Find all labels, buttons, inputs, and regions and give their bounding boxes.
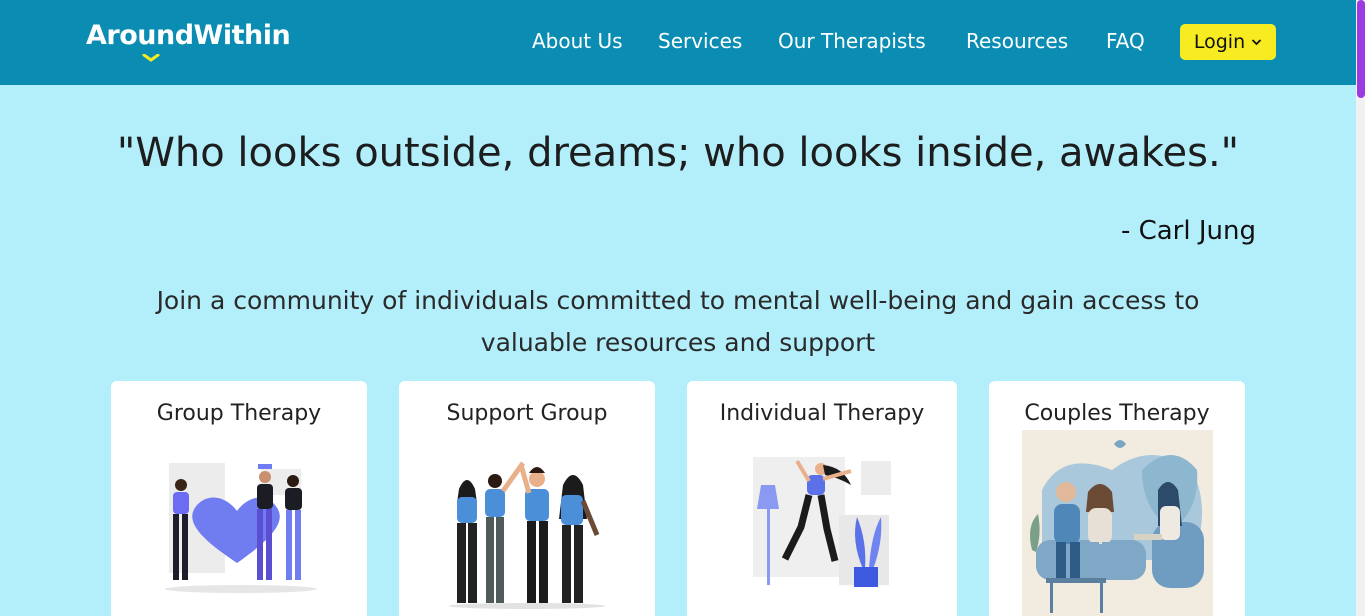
card-title: Support Group bbox=[446, 401, 608, 426]
couples-therapy-illustration bbox=[1022, 430, 1213, 616]
card-title: Couples Therapy bbox=[1024, 401, 1210, 426]
support-group-illustration bbox=[449, 461, 605, 609]
hero-quote: "Who looks outside, dreams; who looks in… bbox=[116, 130, 1240, 176]
card-group-therapy[interactable]: Group Therapy bbox=[111, 381, 367, 616]
hero-subtitle: Join a community of individuals committe… bbox=[156, 286, 1200, 357]
card-support-group[interactable]: Support Group bbox=[399, 381, 655, 616]
quote-author: - Carl Jung bbox=[1120, 216, 1256, 246]
group-therapy-illustration bbox=[165, 463, 317, 593]
main-nav: About Us Services Our Therapists Resourc… bbox=[0, 29, 1356, 59]
card-title: Individual Therapy bbox=[719, 401, 925, 426]
card-couples-therapy[interactable]: Couples Therapy bbox=[989, 381, 1245, 616]
navbar: AroundWithin About Us Services Our Thera… bbox=[0, 0, 1356, 85]
card-individual-therapy[interactable]: Individual Therapy bbox=[687, 381, 957, 616]
login-label: Login bbox=[1193, 31, 1246, 53]
page-scrollbar[interactable] bbox=[1356, 0, 1365, 616]
card-title: Group Therapy bbox=[156, 401, 322, 426]
individual-therapy-illustration bbox=[753, 457, 891, 587]
nav-about-us[interactable]: About Us bbox=[532, 29, 623, 53]
nav-faq[interactable]: FAQ bbox=[1106, 29, 1145, 53]
nav-resources[interactable]: Resources bbox=[966, 29, 1068, 53]
scrollbar-thumb[interactable] bbox=[1357, 0, 1365, 98]
nav-services[interactable]: Services bbox=[658, 29, 742, 53]
chevron-down-icon bbox=[1251, 39, 1262, 46]
nav-our-therapists[interactable]: Our Therapists bbox=[778, 29, 926, 53]
login-button[interactable]: Login bbox=[1180, 24, 1276, 60]
